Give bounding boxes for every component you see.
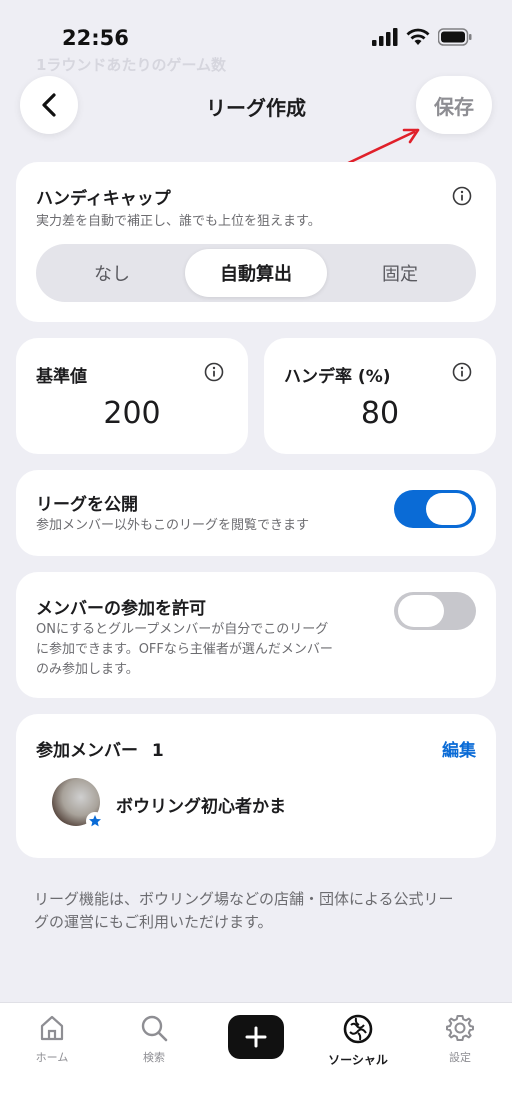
tab-label: 検索	[143, 1051, 165, 1064]
member-join-description-line: ONにするとグループメンバーが自分でこのリーグ	[36, 622, 329, 637]
handicap-description: 実力差を自動で補正し、誰でも上位を狙えます。	[36, 214, 321, 229]
wifi-icon	[406, 28, 430, 45]
info-icon[interactable]	[452, 362, 472, 382]
segment-auto[interactable]: 自動算出	[185, 249, 327, 297]
info-icon[interactable]	[452, 186, 472, 206]
navigation-bar: リーグ作成 保存	[0, 76, 512, 136]
tab-settings[interactable]: 設定	[420, 1013, 500, 1065]
handicap-card: ハンディキャップ 実力差を自動で補正し、誰でも上位を狙えます。 なし 自動算出 …	[16, 162, 496, 322]
tab-label: ホーム	[35, 1051, 69, 1064]
tab-home[interactable]: ホーム	[12, 1013, 92, 1065]
members-count: 1	[151, 741, 164, 761]
handicap-rate-label: ハンデ率 (%)	[284, 367, 391, 387]
publish-card: リーグを公開 参加メンバー以外もこのリーグを閲覧できます	[16, 470, 496, 556]
toggle-knob	[398, 595, 444, 627]
tab-bar: ホーム 検索 ソーシャル 設定	[0, 1002, 512, 1110]
base-value-label: 基準値	[36, 367, 87, 387]
edit-members-link[interactable]: 編集	[442, 736, 476, 761]
publish-toggle[interactable]	[394, 490, 476, 528]
status-time: 22:56	[62, 26, 129, 50]
social-icon	[343, 1014, 373, 1044]
handicap-title: ハンディキャップ	[36, 189, 171, 209]
member-join-title: メンバーの参加を許可	[36, 599, 206, 619]
faded-header-text: 1ラウンドあたりのゲーム数	[36, 56, 226, 74]
publish-title: リーグを公開	[36, 495, 138, 515]
handicap-rate-card[interactable]: ハンデ率 (%) 80	[264, 338, 496, 454]
segment-fixed[interactable]: 固定	[329, 249, 471, 297]
create-button[interactable]	[228, 1015, 284, 1059]
search-icon	[141, 1015, 168, 1042]
tab-search[interactable]: 検索	[114, 1013, 194, 1065]
tab-label: 設定	[449, 1051, 471, 1064]
tab-social[interactable]: ソーシャル	[318, 1013, 398, 1068]
members-title: 参加メンバー	[36, 741, 138, 761]
footnote-line: グの運営にもご利用いただけます。	[34, 913, 273, 931]
info-icon[interactable]	[204, 362, 224, 382]
star-badge-icon	[86, 812, 104, 830]
handicap-segmented-control: なし 自動算出 固定	[36, 244, 476, 302]
status-bar: 1ラウンドあたりのゲーム数 22:56	[0, 0, 512, 74]
home-icon	[40, 1015, 64, 1041]
toggle-knob	[426, 493, 472, 525]
base-value: 200	[103, 396, 161, 431]
members-header: 参加メンバー 1	[36, 736, 164, 761]
segment-none[interactable]: なし	[41, 249, 183, 297]
footnote: リーグ機能は、ボウリング場などの店舗・団体による公式リー グの運営にもご利用いた…	[34, 888, 484, 934]
battery-icon	[438, 28, 472, 46]
signal-icon	[372, 28, 398, 46]
member-name[interactable]: ボウリング初心者かま	[116, 792, 286, 817]
members-card: 参加メンバー 1 編集 ボウリング初心者かま	[16, 714, 496, 858]
status-icons	[372, 28, 472, 46]
gear-icon	[446, 1015, 474, 1041]
member-join-description-line: のみ参加します。	[36, 662, 139, 677]
member-join-card: メンバーの参加を許可 ONにするとグループメンバーが自分でこのリーグ に参加でき…	[16, 572, 496, 698]
plus-icon	[245, 1026, 267, 1048]
handicap-rate-value: 80	[360, 396, 400, 431]
member-join-toggle[interactable]	[394, 592, 476, 630]
publish-description: 参加メンバー以外もこのリーグを閲覧できます	[36, 518, 310, 533]
tab-label: ソーシャル	[328, 1053, 388, 1067]
member-join-description-line: に参加できます。OFFなら主催者が選んだメンバー	[36, 642, 333, 657]
footnote-line: リーグ機能は、ボウリング場などの店舗・団体による公式リー	[34, 890, 454, 908]
base-value-card[interactable]: 基準値 200	[16, 338, 248, 454]
